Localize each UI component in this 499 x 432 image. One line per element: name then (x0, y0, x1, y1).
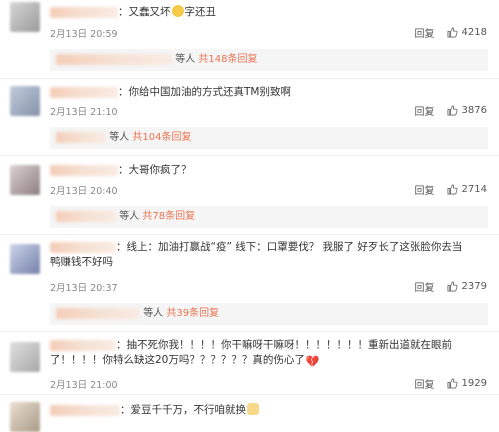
timestamp: 2月13日 20:40 (50, 186, 118, 197)
like-button[interactable]: 3876 (447, 105, 487, 116)
comment-text: ：线上：加油打赢战“疫” 线下：口罩要伐？ 我服了 好歹长了这张脸你去当 鸭赚钱… (50, 241, 463, 268)
thumbs-up-icon (447, 27, 458, 38)
thumbs-up-icon (447, 105, 458, 116)
avatar[interactable] (10, 244, 40, 274)
username-blurred[interactable] (50, 6, 118, 18)
avatar[interactable] (10, 402, 40, 432)
replies-summary[interactable]: 等人 共78条回复 (50, 206, 488, 228)
comment-actions: 回复 3876 (415, 103, 487, 118)
reply-button[interactable]: 回复 (415, 376, 435, 391)
replies-count[interactable]: 共78条回复 (142, 211, 195, 222)
comment-actions: 回复 2714 (415, 182, 487, 197)
reply-button[interactable]: 回复 (415, 182, 435, 197)
comment-text: ：爱豆千千万，不行咱就换 (50, 403, 487, 418)
reply-users-blurred (56, 131, 106, 143)
like-button[interactable]: 2379 (447, 281, 487, 292)
thumbs-up-icon (447, 184, 458, 195)
reply-users-blurred (56, 53, 172, 65)
reply-button[interactable]: 回复 (415, 25, 435, 40)
thumbs-up-icon (447, 378, 458, 389)
timestamp: 2月13日 21:10 (50, 107, 118, 118)
cat-emoji (247, 403, 259, 415)
like-count: 2379 (461, 281, 487, 292)
username-blurred[interactable] (50, 241, 116, 253)
avatar[interactable] (10, 86, 40, 116)
comment-actions: 回复 1929 (415, 376, 487, 391)
timestamp: 2月13日 20:59 (50, 29, 118, 40)
broken-heart-emoji: 💔 (305, 355, 320, 368)
replies-summary[interactable]: 等人 共148条回复 (50, 49, 488, 71)
comment-actions: 回复 2379 (415, 279, 487, 294)
replies-summary[interactable]: 等人 共39条回复 (50, 303, 488, 325)
comment-text: ：大哥你疯了？ (50, 163, 487, 178)
replies-summary[interactable]: 等人 共104条回复 (50, 127, 488, 149)
timestamp: 2月13日 21:00 (50, 380, 118, 391)
thumbs-up-icon (447, 281, 458, 292)
like-count: 4218 (461, 27, 487, 38)
divider (0, 394, 499, 395)
like-count: 3876 (461, 105, 487, 116)
avatar[interactable] (10, 2, 40, 32)
avatar[interactable] (10, 342, 40, 372)
comment-text: ：你给中国加油的方式还真TM别致啊 (50, 85, 487, 100)
crying-laugh-emoji (171, 5, 184, 17)
divider (0, 331, 499, 332)
comment-text: ：又蠢又坏 字还丑 (50, 5, 487, 20)
username-blurred[interactable] (50, 164, 118, 176)
username-blurred[interactable] (50, 339, 116, 351)
avatar[interactable] (10, 165, 40, 195)
replies-count[interactable]: 共148条回复 (198, 54, 257, 65)
replies-count[interactable]: 共104条回复 (132, 132, 191, 143)
timestamp: 2月13日 20:37 (50, 283, 118, 294)
username-blurred[interactable] (50, 404, 120, 416)
reply-users-blurred (56, 210, 116, 222)
reply-users-blurred (56, 307, 140, 319)
like-count: 2714 (461, 184, 487, 195)
username-blurred[interactable] (50, 86, 118, 98)
reply-button[interactable]: 回复 (415, 279, 435, 294)
divider (0, 155, 499, 156)
reply-button[interactable]: 回复 (415, 103, 435, 118)
like-count: 1929 (461, 378, 487, 389)
comment-text: ：抽不死你我！！！！你干嘛呀干嘛呀！！！！！！！重新出道就在眼前 了！！！！你特… (50, 339, 452, 368)
like-button[interactable]: 2714 (447, 184, 487, 195)
like-button[interactable]: 1929 (447, 378, 487, 389)
divider (0, 78, 499, 79)
like-button[interactable]: 4218 (447, 27, 487, 38)
divider (0, 234, 499, 235)
replies-count[interactable]: 共39条回复 (166, 308, 219, 319)
comment-actions: 回复 4218 (415, 25, 487, 40)
